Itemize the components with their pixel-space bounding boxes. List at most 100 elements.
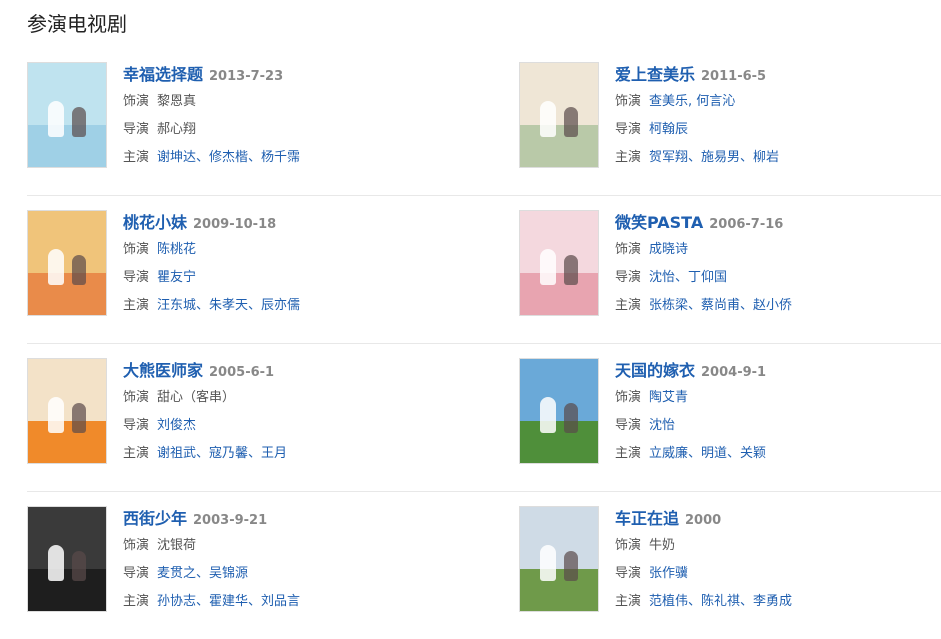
director-value[interactable]: 瞿友宁 bbox=[157, 270, 196, 285]
grid-row: 桃花小妹 2009-10-18 饰演 陈桃花 导演 瞿友宁 主演 汪东城、朱孝天、辰亦儒 bbox=[27, 196, 941, 344]
starring-row: 主演 立威廉、明道、关颖 bbox=[615, 440, 766, 468]
starring-label: 主演 bbox=[615, 150, 642, 165]
poster-sky bbox=[520, 211, 598, 274]
starring-row: 主演 孙协志、霍建华、刘品言 bbox=[123, 588, 300, 616]
drama-poster[interactable] bbox=[27, 62, 107, 168]
role-label: 饰演 bbox=[123, 538, 150, 553]
director-value[interactable]: 张作骥 bbox=[649, 566, 688, 581]
director-label: 导演 bbox=[615, 122, 642, 137]
starring-label: 主演 bbox=[123, 594, 150, 609]
drama-poster[interactable] bbox=[27, 506, 107, 612]
drama-title-link[interactable]: 幸福选择题 bbox=[123, 65, 203, 84]
role-label: 饰演 bbox=[615, 242, 642, 257]
starring-label: 主演 bbox=[123, 150, 150, 165]
drama-card: 西街少年 2003-9-21 饰演 沈银荷 导演 麦贯之、吴锦源 主演 孙协志、霍建华、… bbox=[27, 506, 467, 612]
drama-info: 桃花小妹 2009-10-18 饰演 陈桃花 导演 瞿友宁 主演 汪东城、朱孝天、辰亦儒 bbox=[123, 210, 300, 320]
role-value[interactable]: 陈桃花 bbox=[157, 242, 196, 257]
poster-sky bbox=[520, 507, 598, 570]
starring-value[interactable]: 谢坤达、修杰楷、杨千霈 bbox=[157, 150, 300, 165]
role-value[interactable]: 查美乐, 何言沁 bbox=[649, 94, 735, 109]
director-label: 导演 bbox=[123, 566, 150, 581]
director-row: 导演 刘俊杰 bbox=[123, 412, 287, 440]
poster-figure bbox=[48, 397, 64, 433]
director-value[interactable]: 刘俊杰 bbox=[157, 418, 196, 433]
director-row: 导演 麦贯之、吴锦源 bbox=[123, 560, 300, 588]
poster-sky bbox=[28, 211, 106, 274]
tv-series-grid: 幸福选择题 2013-7-23 饰演 黎恩真 导演 郝心翔 主演 谢坤达、修杰楷、杨千霈 bbox=[27, 48, 941, 639]
section-title: 参演电视剧 bbox=[27, 12, 127, 36]
poster-ground bbox=[28, 125, 106, 167]
drama-info: 天国的嫁衣 2004-9-1 饰演 陶艾青 导演 沈怡 主演 立威廉、明道、关颖 bbox=[615, 358, 766, 468]
starring-value[interactable]: 谢祖武、寇乃馨、王月 bbox=[157, 446, 287, 461]
poster-figure bbox=[72, 551, 86, 581]
starring-value[interactable]: 立威廉、明道、关颖 bbox=[649, 446, 766, 461]
poster-sky bbox=[520, 359, 598, 422]
drama-info: 微笑PASTA 2006-7-16 饰演 成晓诗 导演 沈怡、丁仰国 主演 张栋梁、蔡尚… bbox=[615, 210, 792, 320]
starring-value[interactable]: 范植伟、陈礼祺、李勇成 bbox=[649, 594, 792, 609]
director-label: 导演 bbox=[123, 122, 150, 137]
poster-ground bbox=[520, 273, 598, 315]
director-row: 导演 柯翰辰 bbox=[615, 116, 779, 144]
role-row: 饰演 查美乐, 何言沁 bbox=[615, 88, 779, 116]
drama-title-link[interactable]: 爱上查美乐 bbox=[615, 65, 695, 84]
role-value: 黎恩真 bbox=[157, 94, 197, 109]
grid-row: 幸福选择题 2013-7-23 饰演 黎恩真 导演 郝心翔 主演 谢坤达、修杰楷、杨千霈 bbox=[27, 48, 941, 196]
grid-row: 西街少年 2003-9-21 饰演 沈银荷 导演 麦贯之、吴锦源 主演 孙协志、霍建华、… bbox=[27, 492, 941, 639]
role-label: 饰演 bbox=[123, 94, 150, 109]
drama-poster[interactable] bbox=[519, 358, 599, 464]
drama-poster[interactable] bbox=[519, 210, 599, 316]
role-value[interactable]: 成晓诗 bbox=[649, 242, 688, 257]
director-value[interactable]: 麦贯之、吴锦源 bbox=[157, 566, 248, 581]
director-value[interactable]: 柯翰辰 bbox=[649, 122, 688, 137]
drama-info: 幸福选择题 2013-7-23 饰演 黎恩真 导演 郝心翔 主演 谢坤达、修杰楷、杨千霈 bbox=[123, 62, 300, 172]
drama-title-link[interactable]: 桃花小妹 bbox=[123, 213, 187, 232]
role-row: 饰演 黎恩真 bbox=[123, 88, 300, 116]
release-date: 2011-6-5 bbox=[701, 69, 767, 84]
director-row: 导演 郝心翔 bbox=[123, 116, 300, 144]
drama-poster[interactable] bbox=[27, 210, 107, 316]
drama-title-link[interactable]: 车正在追 bbox=[615, 509, 679, 528]
drama-poster[interactable] bbox=[519, 506, 599, 612]
starring-label: 主演 bbox=[615, 298, 642, 313]
poster-sky bbox=[28, 63, 106, 126]
starring-row: 主演 谢祖武、寇乃馨、王月 bbox=[123, 440, 287, 468]
poster-ground bbox=[520, 569, 598, 611]
drama-title-link[interactable]: 微笑PASTA bbox=[615, 213, 703, 232]
drama-info: 西街少年 2003-9-21 饰演 沈银荷 导演 麦贯之、吴锦源 主演 孙协志、霍建华、… bbox=[123, 506, 300, 616]
director-row: 导演 张作骥 bbox=[615, 560, 792, 588]
poster-figure bbox=[48, 545, 64, 581]
poster-figure bbox=[564, 403, 578, 433]
drama-title-link[interactable]: 西街少年 bbox=[123, 509, 187, 528]
starring-row: 主演 贺军翔、施易男、柳岩 bbox=[615, 144, 779, 172]
starring-label: 主演 bbox=[615, 446, 642, 461]
starring-label: 主演 bbox=[123, 446, 150, 461]
poster-sky bbox=[520, 63, 598, 126]
starring-value[interactable]: 孙协志、霍建华、刘品言 bbox=[157, 594, 300, 609]
role-row: 饰演 陶艾青 bbox=[615, 384, 766, 412]
poster-figure bbox=[564, 107, 578, 137]
starring-row: 主演 谢坤达、修杰楷、杨千霈 bbox=[123, 144, 300, 172]
director-value[interactable]: 沈怡 bbox=[649, 418, 675, 433]
poster-ground bbox=[520, 125, 598, 167]
director-label: 导演 bbox=[615, 566, 642, 581]
drama-poster[interactable] bbox=[519, 62, 599, 168]
drama-title-link[interactable]: 大熊医师家 bbox=[123, 361, 203, 380]
role-row: 饰演 陈桃花 bbox=[123, 236, 300, 264]
starring-value[interactable]: 张栋梁、蔡尚甫、赵小侨 bbox=[649, 298, 792, 313]
role-value[interactable]: 陶艾青 bbox=[649, 390, 688, 405]
release-date: 2013-7-23 bbox=[209, 69, 284, 84]
drama-card: 车正在追 2000 饰演 牛奶 导演 张作骥 主演 范植伟、陈礼祺、李勇成 bbox=[519, 506, 941, 612]
role-value: 牛奶 bbox=[649, 538, 676, 553]
role-value: 甜心（客串） bbox=[157, 390, 236, 405]
drama-poster[interactable] bbox=[27, 358, 107, 464]
drama-info: 大熊医师家 2005-6-1 饰演 甜心（客串） 导演 刘俊杰 主演 谢祖武、寇乃馨、王… bbox=[123, 358, 287, 468]
poster-figure bbox=[72, 255, 86, 285]
starring-value[interactable]: 贺军翔、施易男、柳岩 bbox=[649, 150, 779, 165]
director-value[interactable]: 沈怡、丁仰国 bbox=[649, 270, 727, 285]
starring-value[interactable]: 汪东城、朱孝天、辰亦儒 bbox=[157, 298, 300, 313]
release-date: 2006-7-16 bbox=[709, 217, 784, 232]
director-row: 导演 沈怡、丁仰国 bbox=[615, 264, 792, 292]
poster-figure bbox=[72, 403, 86, 433]
drama-title-link[interactable]: 天国的嫁衣 bbox=[615, 361, 695, 380]
poster-sky bbox=[28, 507, 106, 570]
